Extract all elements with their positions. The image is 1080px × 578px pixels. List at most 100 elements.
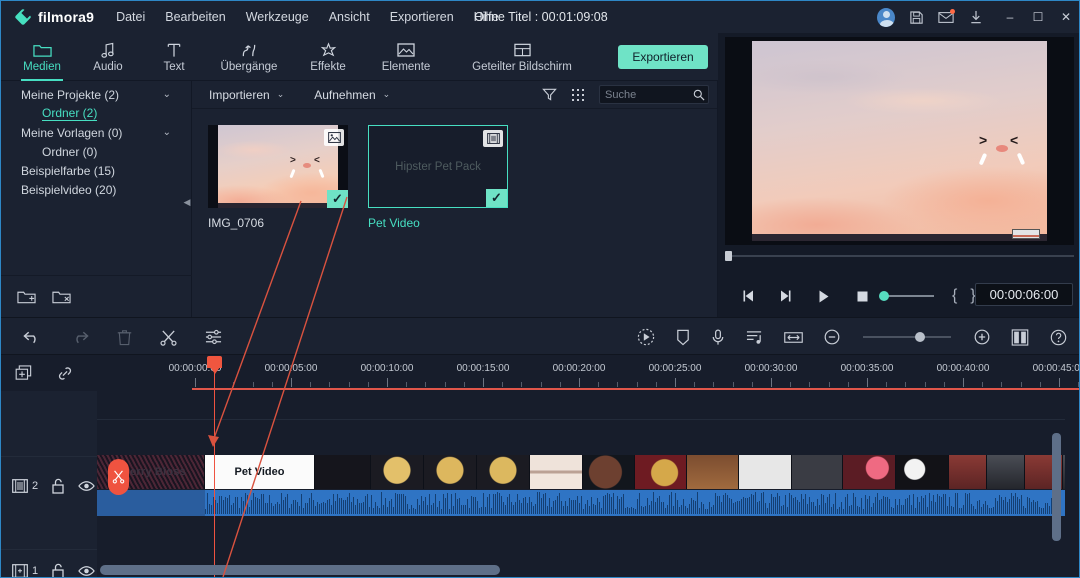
clip-thumb[interactable] <box>583 455 635 489</box>
search-icon[interactable] <box>693 89 705 101</box>
clip-thumb[interactable] <box>1063 455 1065 489</box>
delete-folder-icon[interactable] <box>52 289 71 305</box>
tab-geteilter-bildschirm[interactable]: Geteilter Bildschirm <box>447 33 597 81</box>
media-thumbnail[interactable]: Hipster Pet Pack ✓ <box>368 125 508 208</box>
scrubber-knob[interactable] <box>725 251 732 261</box>
menu-bearbeiten[interactable]: Bearbeiten <box>165 10 225 24</box>
sidebar-item-beispielfarbe[interactable]: Beispielfarbe (15) <box>1 161 191 180</box>
preview-timecode[interactable]: 00:00:06:00 <box>975 283 1073 306</box>
clip-thumb[interactable] <box>739 455 792 489</box>
clip-thumb[interactable] <box>477 455 530 489</box>
preview-stage[interactable]: > < <box>725 37 1074 245</box>
timeline-ruler[interactable]: 00:00:00:00 00:00:05:00 00:00:10:00 00:0… <box>97 355 1079 391</box>
help-button[interactable] <box>1050 329 1067 346</box>
import-dropdown[interactable]: Importieren ⌄ <box>209 88 284 102</box>
sidebar-collapse-handle[interactable]: ◀ <box>183 191 191 213</box>
filter-funnel-icon[interactable] <box>542 87 557 102</box>
speed-dial-icon[interactable] <box>637 328 655 346</box>
tab-audio[interactable]: Audio <box>75 33 141 81</box>
menu-exportieren[interactable]: Exportieren <box>390 10 454 24</box>
shield-icon[interactable] <box>676 329 690 346</box>
sidebar-item-meine-vorlagen[interactable]: Meine Vorlagen (0) ⌄ <box>1 123 191 142</box>
close-button[interactable]: ✕ <box>1059 10 1073 24</box>
unlock-icon[interactable] <box>51 478 65 494</box>
media-item-pet-video[interactable]: Hipster Pet Pack ✓ Pet Video <box>368 125 508 230</box>
audio-clip-row[interactable] <box>97 490 1065 516</box>
tab-elemente[interactable]: Elemente <box>365 33 447 81</box>
menu-hilfe[interactable]: Hilfe <box>474 10 499 24</box>
tab-text[interactable]: Text <box>141 33 207 81</box>
sidebar-item-beispielvideo[interactable]: Beispielvideo (20) <box>1 180 191 199</box>
chevron-down-icon[interactable]: ⌄ <box>163 89 171 100</box>
sidebar-item-meine-projekte[interactable]: Meine Projekte (2) ⌄ <box>1 85 191 104</box>
search-input[interactable] <box>605 88 689 101</box>
audio-mixer-icon[interactable] <box>746 329 763 346</box>
clip-thumb[interactable] <box>687 455 739 489</box>
redo-button[interactable] <box>70 329 89 345</box>
grid-view-icon[interactable] <box>571 88 585 102</box>
minimize-button[interactable]: – <box>1003 10 1017 24</box>
clip-pet-video[interactable]: Pet Video <box>205 455 315 489</box>
undo-button[interactable] <box>23 329 42 345</box>
tab-uebergaenge[interactable]: Übergänge <box>207 33 291 81</box>
clip-thumb[interactable] <box>987 455 1025 489</box>
playhead-marker[interactable] <box>207 356 222 374</box>
clip-thumb[interactable] <box>315 455 371 489</box>
timeline-vertical-scrollbar[interactable] <box>1052 433 1061 541</box>
menu-ansicht[interactable]: Ansicht <box>329 10 370 24</box>
sidebar-item-ordner-0[interactable]: Ordner (0) <box>1 142 191 161</box>
sidebar-item-ordner-2[interactable]: Ordner (2) <box>1 104 191 123</box>
new-folder-icon[interactable] <box>17 289 36 305</box>
zoom-out-button[interactable] <box>824 329 840 345</box>
tab-effekte[interactable]: Effekte <box>291 33 365 81</box>
clip-thumb[interactable] <box>792 455 843 489</box>
account-avatar-icon[interactable] <box>877 7 895 27</box>
double-bar-icon[interactable] <box>1011 328 1029 346</box>
volume-slider[interactable] <box>879 291 934 301</box>
microphone-icon[interactable] <box>711 329 725 346</box>
brace-open-icon[interactable]: { <box>952 287 957 305</box>
clip-thumb[interactable] <box>949 455 987 489</box>
video-clip-row[interactable]: Cherry Bloss Pet Video <box>97 455 1065 489</box>
chevron-down-icon[interactable]: ⌄ <box>163 127 171 138</box>
play-button[interactable] <box>812 289 834 304</box>
menu-werkzeuge[interactable]: Werkzeuge <box>246 10 309 24</box>
timeline-horizontal-scrollbar[interactable] <box>100 565 500 575</box>
prev-frame-button[interactable] <box>738 289 760 303</box>
media-item-img0706[interactable]: > < ✓ IMG_0706 <box>208 125 348 230</box>
mail-icon[interactable] <box>937 8 955 26</box>
adjust-button[interactable] <box>205 329 222 345</box>
clip-thumb[interactable] <box>530 455 583 489</box>
link-chain-icon[interactable] <box>56 365 74 382</box>
record-dropdown[interactable]: Aufnehmen ⌄ <box>314 88 390 102</box>
clip-thumb[interactable] <box>896 455 949 489</box>
tab-medien[interactable]: Medien <box>9 33 75 81</box>
clip-thumb[interactable] <box>843 455 896 489</box>
unlock-icon[interactable] <box>51 563 65 577</box>
zoom-in-button[interactable] <box>974 329 990 345</box>
save-icon[interactable] <box>907 8 925 26</box>
track-header-2[interactable]: 2 <box>1 456 97 514</box>
stop-button[interactable] <box>852 290 872 303</box>
search-box[interactable] <box>599 85 709 104</box>
split-marker[interactable] <box>108 459 129 495</box>
download-icon[interactable] <box>967 8 985 26</box>
next-frame-button[interactable] <box>774 289 796 303</box>
split-button[interactable] <box>160 329 177 346</box>
fit-arrows-icon[interactable] <box>784 330 803 345</box>
clip-thumb[interactable] <box>424 455 477 489</box>
clip-thumb[interactable] <box>371 455 424 489</box>
eye-icon[interactable] <box>78 480 95 492</box>
media-thumbnail[interactable]: > < ✓ <box>208 125 348 208</box>
menu-datei[interactable]: Datei <box>116 10 145 24</box>
export-button[interactable]: Exportieren <box>618 45 708 69</box>
maximize-button[interactable]: ☐ <box>1031 10 1045 24</box>
eye-icon[interactable] <box>78 565 95 577</box>
track-header-1[interactable]: 1 <box>1 549 97 577</box>
preview-scrubber[interactable] <box>725 249 1074 263</box>
add-track-icon[interactable] <box>15 364 34 382</box>
zoom-slider[interactable] <box>861 332 953 342</box>
timeline-tracks[interactable]: Cherry Bloss Pet Video <box>97 391 1065 577</box>
delete-button[interactable] <box>117 329 132 346</box>
clip-thumb[interactable] <box>635 455 687 489</box>
